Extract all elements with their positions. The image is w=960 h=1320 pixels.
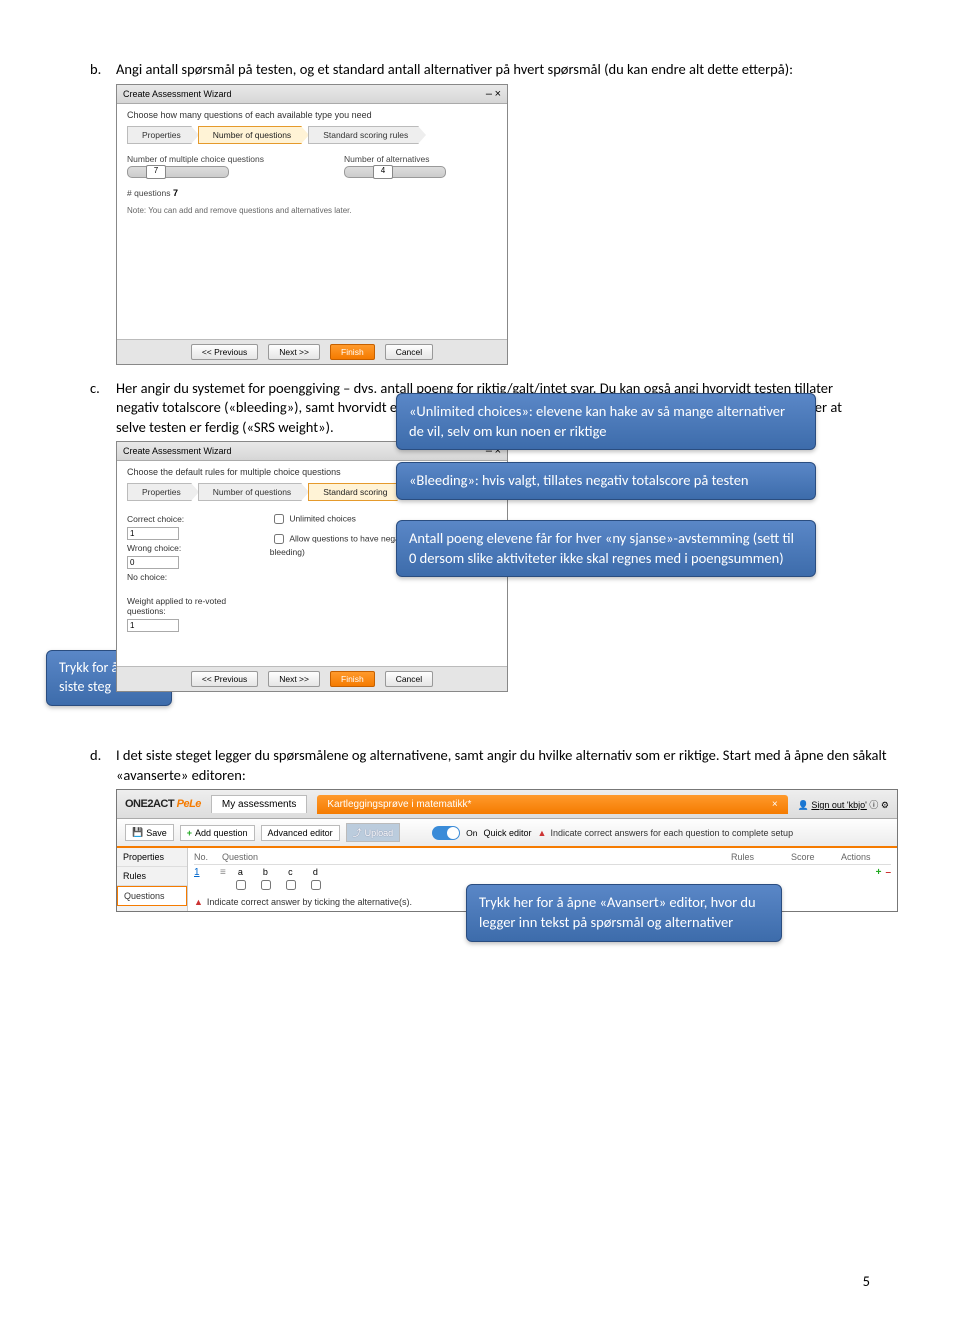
page-number: 5: [863, 1272, 870, 1290]
col-rules: Rules: [731, 852, 791, 862]
side-properties[interactable]: Properties: [117, 848, 187, 867]
list-item-c: c. Her angir du systemet for poenggiving…: [90, 379, 870, 701]
alt-c-checkbox[interactable]: [286, 880, 296, 890]
col-actions: Actions: [841, 852, 891, 862]
wrong-choice-input[interactable]: [127, 556, 179, 569]
mcq-count-label: Number of multiple choice questions: [127, 154, 264, 164]
previous-button[interactable]: << Previous: [191, 344, 258, 360]
warning-icon: ▲: [538, 828, 547, 838]
assessment-tab[interactable]: Kartleggingsprøve i matematikk* ×: [317, 795, 787, 814]
upload-icon: ⤴: [353, 826, 362, 839]
wizard-note: Note: You can add and remove questions a…: [127, 206, 497, 215]
callout-bleeding: «Bleeding»: hvis valgt, tillates negativ…: [396, 462, 816, 500]
col-score: Score: [791, 852, 841, 862]
toggle-on-label: On: [466, 828, 477, 838]
wizard-number-of-questions: Create Assessment Wizard – × Choose how …: [116, 84, 508, 365]
next-button[interactable]: Next >>: [268, 671, 320, 687]
my-assessments-tab[interactable]: My assessments: [211, 795, 307, 813]
weight-label: Weight applied to re-voted questions:: [127, 596, 256, 616]
alt-a-label: a: [238, 867, 243, 877]
tick-note: Indicate correct answer by ticking the a…: [207, 897, 412, 907]
list-d-text: I det siste steget legger du spørsmålene…: [116, 746, 898, 785]
previous-button[interactable]: << Previous: [191, 671, 258, 687]
unlimited-choices-checkbox[interactable]: [274, 514, 284, 524]
list-item-b: b. Angi antall spørsmål på testen, og et…: [90, 60, 870, 373]
list-marker: b.: [90, 60, 116, 373]
step-number-of-questions[interactable]: Number of questions: [198, 483, 302, 501]
signout-link[interactable]: Sign out 'kbjo': [811, 800, 866, 810]
correct-choice-input[interactable]: [127, 527, 179, 540]
step-number-of-questions[interactable]: Number of questions: [198, 126, 302, 144]
quick-editor-label: Quick editor: [483, 828, 531, 838]
correct-choice-label: Correct choice:: [127, 514, 256, 524]
callout-advanced-editor: Trykk her for å åpne «Avansert» editor, …: [466, 884, 782, 941]
side-questions[interactable]: Questions: [117, 886, 187, 906]
step-properties[interactable]: Properties: [127, 483, 192, 501]
wizard-subtitle: Choose how many questions of each availa…: [127, 110, 497, 120]
drag-handle-icon[interactable]: ≡: [220, 867, 226, 878]
question-number[interactable]: 1: [194, 867, 214, 878]
list-marker: d.: [90, 746, 116, 912]
question-count-value: 7: [173, 188, 178, 198]
alt-a-checkbox[interactable]: [236, 880, 246, 890]
alt-b-label: b: [263, 867, 268, 877]
finish-button[interactable]: Finish: [330, 671, 375, 687]
assessment-title: Kartleggingsprøve i matematikk*: [327, 799, 471, 810]
callout-weight: Antall poeng elevene får for hver «ny sj…: [396, 520, 816, 577]
mcq-count-slider[interactable]: 7: [127, 166, 229, 178]
advanced-editor-button[interactable]: Advanced editor: [261, 825, 340, 841]
user-icon: 👤: [798, 800, 809, 810]
alt-count-label: Number of alternatives: [344, 154, 446, 164]
slider-knob[interactable]: 7: [146, 165, 166, 179]
wrong-choice-label: Wrong choice:: [127, 543, 256, 553]
quick-editor-toggle[interactable]: [432, 826, 460, 840]
alt-c-label: c: [288, 867, 293, 877]
plus-icon: +: [187, 828, 192, 838]
col-question: Question: [222, 852, 731, 862]
list-b-text: Angi antall spørsmål på testen, og et st…: [116, 60, 870, 80]
wizard-title: Create Assessment Wizard: [123, 89, 232, 99]
wizard-title: Create Assessment Wizard: [123, 446, 232, 456]
upload-button[interactable]: ⤴Upload: [346, 823, 401, 842]
save-button[interactable]: 💾Save: [125, 824, 174, 841]
warning-icon: ▲: [194, 897, 203, 907]
col-no: No.: [194, 852, 222, 862]
cancel-button[interactable]: Cancel: [385, 671, 433, 687]
step-properties[interactable]: Properties: [127, 126, 192, 144]
save-icon: 💾: [132, 827, 143, 838]
question-count-label: # questions: [127, 188, 170, 198]
close-icon[interactable]: ×: [495, 88, 501, 100]
slider-knob[interactable]: 4: [373, 165, 393, 179]
side-rules[interactable]: Rules: [117, 867, 187, 886]
next-button[interactable]: Next >>: [268, 344, 320, 360]
step-scoring-rules[interactable]: Standard scoring rules: [308, 126, 419, 144]
alt-b-checkbox[interactable]: [261, 880, 271, 890]
setup-warning: ▲Indicate correct answers for each quest…: [538, 828, 794, 838]
weight-input[interactable]: [127, 619, 179, 632]
allow-bleeding-checkbox[interactable]: [274, 534, 284, 544]
info-icon[interactable]: ⓘ: [869, 800, 878, 810]
close-tab-icon[interactable]: ×: [772, 799, 778, 810]
list-item-d: d. I det siste steget legger du spørsmål…: [90, 746, 870, 912]
alt-d-label: d: [313, 867, 318, 877]
unlimited-choices-label: Unlimited choices: [289, 514, 356, 524]
no-choice-label: No choice:: [127, 572, 256, 582]
remove-alt-icon[interactable]: –: [885, 867, 891, 878]
add-alt-icon[interactable]: +: [876, 867, 882, 878]
cancel-button[interactable]: Cancel: [385, 344, 433, 360]
minimize-icon[interactable]: –: [486, 88, 492, 100]
alt-count-slider[interactable]: 4: [344, 166, 446, 178]
add-question-button[interactable]: +Add question: [180, 825, 255, 841]
gear-icon[interactable]: ⚙: [881, 800, 889, 810]
finish-button[interactable]: Finish: [330, 344, 375, 360]
callout-unlimited: «Unlimited choices»: elevene kan hake av…: [396, 393, 816, 450]
step-scoring-rules[interactable]: Standard scoring: [308, 483, 398, 501]
brand-logo: ONE2ACT PeLe: [125, 798, 201, 810]
alt-d-checkbox[interactable]: [311, 880, 321, 890]
